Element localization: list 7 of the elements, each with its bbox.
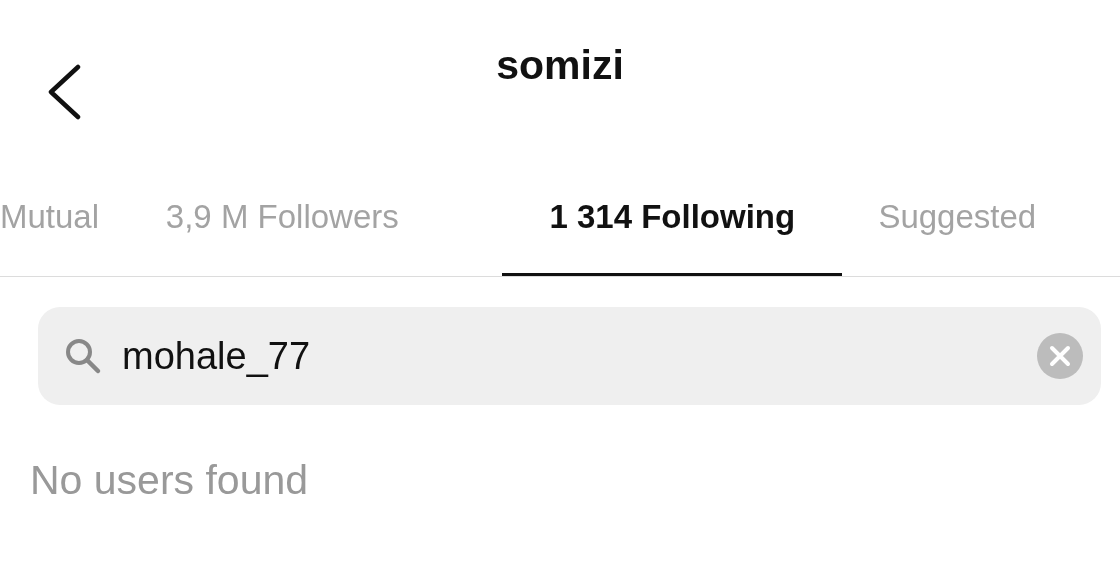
back-icon[interactable] (46, 64, 82, 120)
empty-message: No users found (30, 457, 310, 504)
profile-title: somizi (496, 41, 624, 89)
search-icon (64, 337, 102, 375)
search-input[interactable]: mohale_77 (122, 334, 1017, 378)
search-field[interactable]: mohale_77 (38, 307, 1101, 405)
tab[interactable]: 1 314 Following (502, 160, 843, 276)
